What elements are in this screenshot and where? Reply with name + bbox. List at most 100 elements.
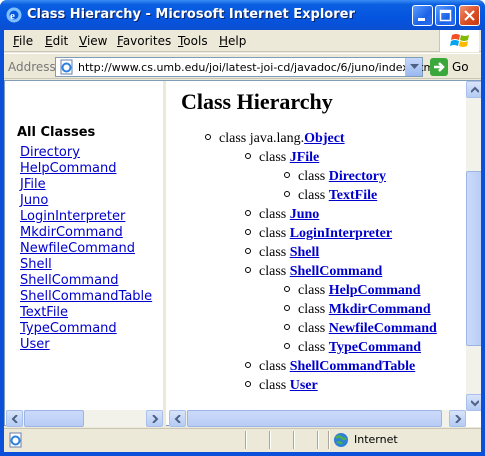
- list-item: JFile: [20, 177, 152, 193]
- class-link-textfile[interactable]: TextFile: [329, 188, 377, 203]
- bullet-icon: [284, 191, 290, 197]
- class-link-shell[interactable]: Shell: [290, 245, 320, 260]
- go-button[interactable]: Go: [430, 58, 474, 77]
- class-link-logininterpreter[interactable]: LoginInterpreter: [20, 209, 125, 224]
- class-keyword: class: [259, 207, 287, 222]
- minimize-button[interactable]: [412, 5, 433, 26]
- window-client: File Edit View Favorites Tools Help Addr…: [4, 30, 481, 452]
- chevron-right-icon: [152, 415, 159, 423]
- scroll-thumb[interactable]: [24, 410, 84, 427]
- class-link-mkdircommand[interactable]: MkdirCommand: [329, 302, 431, 317]
- class-link-jfile[interactable]: JFile: [20, 177, 46, 192]
- bullet-icon: [284, 172, 290, 178]
- address-dropdown-button[interactable]: [405, 58, 422, 76]
- list-item: MkdirCommand: [20, 225, 152, 241]
- page-title: Class Hierarchy: [181, 89, 333, 114]
- status-divider: [317, 431, 319, 449]
- bullet-icon: [284, 324, 290, 330]
- all-classes-heading: All Classes: [17, 125, 96, 140]
- class-keyword: class: [298, 340, 326, 355]
- class-link-shellcommandtable[interactable]: ShellCommandTable: [20, 289, 152, 304]
- class-link-user[interactable]: User: [290, 378, 318, 393]
- scroll-thumb[interactable]: [466, 171, 481, 346]
- bullet-icon: [245, 248, 251, 254]
- class-link-mkdircommand[interactable]: MkdirCommand: [20, 225, 123, 240]
- scroll-left-button[interactable]: [169, 410, 186, 427]
- class-keyword: class: [219, 131, 247, 146]
- class-link-shellcommandtable[interactable]: ShellCommandTable: [290, 359, 416, 374]
- tree-row: class ShellCommand: [245, 264, 382, 283]
- menu-bar: File Edit View Favorites Tools Help: [4, 30, 481, 52]
- class-keyword: class: [298, 188, 326, 203]
- close-button[interactable]: [459, 5, 480, 26]
- scroll-right-button[interactable]: [449, 410, 466, 427]
- class-link-user[interactable]: User: [20, 337, 50, 352]
- scroll-thumb[interactable]: [187, 410, 442, 427]
- menu-file[interactable]: File: [13, 34, 33, 48]
- bullet-icon: [205, 134, 211, 140]
- class-link-jfile[interactable]: JFile: [290, 150, 320, 165]
- scroll-right-button[interactable]: [146, 410, 163, 427]
- chevron-up-icon: [471, 86, 479, 93]
- status-divider: [328, 431, 330, 449]
- class-link-juno[interactable]: Juno: [290, 207, 320, 222]
- class-link-newfilecommand[interactable]: NewfileCommand: [20, 241, 135, 256]
- right-vertical-scrollbar[interactable]: [466, 81, 481, 411]
- class-link-textfile[interactable]: TextFile: [20, 305, 68, 320]
- bullet-icon: [245, 153, 251, 159]
- class-link-typecommand[interactable]: TypeCommand: [20, 321, 117, 336]
- tree-row: class Shell: [245, 245, 319, 264]
- bullet-icon: [245, 362, 251, 368]
- status-bar: Internet: [4, 428, 481, 450]
- class-link-helpcommand[interactable]: HelpCommand: [329, 283, 421, 298]
- hierarchy-frame: Class Hierarchy class java.lang.Object cl…: [169, 81, 481, 427]
- title-bar[interactable]: e Class Hierarchy - Microsoft Internet E…: [0, 0, 485, 30]
- class-link-object[interactable]: Object: [304, 131, 344, 146]
- menu-view[interactable]: View: [79, 34, 107, 48]
- menu-help[interactable]: Help: [219, 34, 246, 48]
- address-input[interactable]: http://www.cs.umb.edu/joi/latest-joi-cd/…: [55, 57, 437, 77]
- class-link-directory[interactable]: Directory: [20, 145, 80, 160]
- menu-favorites[interactable]: Favorites: [117, 34, 171, 48]
- class-keyword: class: [298, 169, 326, 184]
- windows-flag-icon: [439, 30, 479, 52]
- bullet-icon: [245, 229, 251, 235]
- left-horizontal-scrollbar[interactable]: [6, 410, 163, 427]
- class-link-logininterpreter[interactable]: LoginInterpreter: [290, 226, 392, 241]
- class-link-directory[interactable]: Directory: [329, 169, 386, 184]
- scroll-down-button[interactable]: [466, 394, 481, 411]
- scroll-up-button[interactable]: [466, 81, 481, 98]
- tree-row: class LoginInterpreter: [245, 226, 392, 245]
- class-link-helpcommand[interactable]: HelpCommand: [20, 161, 116, 176]
- address-label: Address: [8, 60, 56, 74]
- class-link-shellcommand[interactable]: ShellCommand: [290, 264, 383, 279]
- class-link-typecommand[interactable]: TypeCommand: [329, 340, 421, 355]
- maximize-button[interactable]: [435, 5, 456, 26]
- class-link-juno[interactable]: Juno: [20, 193, 48, 208]
- tree-row: class NewfileCommand: [284, 321, 437, 340]
- chevron-down-icon: [410, 64, 419, 69]
- class-keyword: class: [259, 264, 287, 279]
- class-keyword: class: [259, 226, 287, 241]
- list-item: User: [20, 337, 152, 353]
- tree-row: class JFile: [245, 150, 319, 169]
- class-link-shell[interactable]: Shell: [20, 257, 52, 272]
- tree-row: class HelpCommand: [284, 283, 421, 302]
- menu-tools[interactable]: Tools: [178, 34, 208, 48]
- page-icon: [60, 59, 73, 75]
- menu-edit[interactable]: Edit: [45, 34, 68, 48]
- close-icon: [464, 10, 475, 21]
- class-link-newfilecommand[interactable]: NewfileCommand: [329, 321, 437, 336]
- window-title: Class Hierarchy - Microsoft Internet Exp…: [27, 7, 355, 22]
- globe-icon: [334, 433, 348, 447]
- tree-row: class User: [245, 378, 318, 397]
- class-link-shellcommand[interactable]: ShellCommand: [20, 273, 119, 288]
- chevron-right-icon: [455, 415, 462, 423]
- tree-row: class TypeCommand: [284, 340, 421, 359]
- class-keyword: class: [259, 378, 287, 393]
- chevron-left-icon: [11, 415, 18, 423]
- right-horizontal-scrollbar[interactable]: [169, 410, 466, 427]
- address-bar: Address http://www.cs.umb.edu/joi/latest…: [4, 53, 481, 79]
- tree-row: class Juno: [245, 207, 319, 226]
- scroll-left-button[interactable]: [6, 410, 23, 427]
